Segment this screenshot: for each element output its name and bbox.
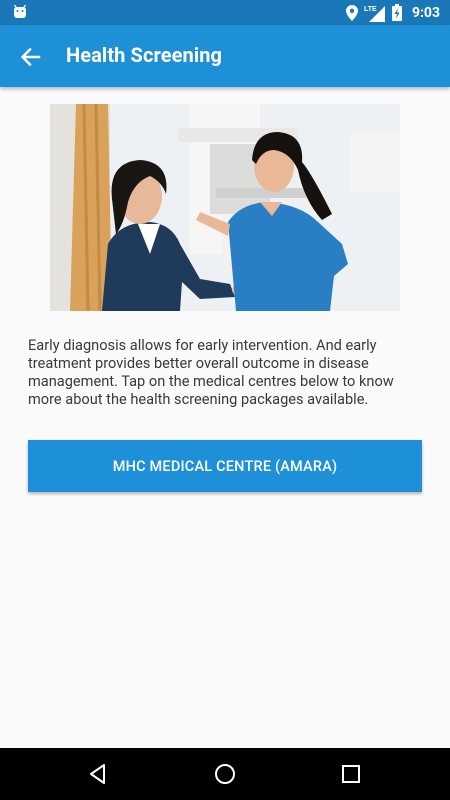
status-bar: LTE 9:03 xyxy=(0,0,450,25)
medical-centre-button[interactable]: MHC MEDICAL CENTRE (AMARA) xyxy=(28,440,422,492)
hero-image xyxy=(50,104,400,311)
intro-text: Early diagnosis allows for early interve… xyxy=(28,336,394,408)
navigation-bar xyxy=(0,748,450,800)
page-title: Health Screening xyxy=(66,43,223,67)
home-circle-icon[interactable] xyxy=(213,762,237,786)
recents-square-icon[interactable] xyxy=(339,762,363,786)
lte-signal-icon: LTE xyxy=(364,5,385,22)
network-type-label: LTE xyxy=(364,6,377,13)
location-icon xyxy=(345,4,358,21)
battery-charging-icon xyxy=(391,4,402,21)
android-icon xyxy=(14,4,26,18)
health-screening-illustration xyxy=(50,104,400,311)
status-time: 9:03 xyxy=(411,4,440,21)
arrow-back-icon[interactable] xyxy=(14,44,48,70)
back-triangle-icon[interactable] xyxy=(86,762,110,786)
app-bar: Health Screening xyxy=(0,25,450,87)
